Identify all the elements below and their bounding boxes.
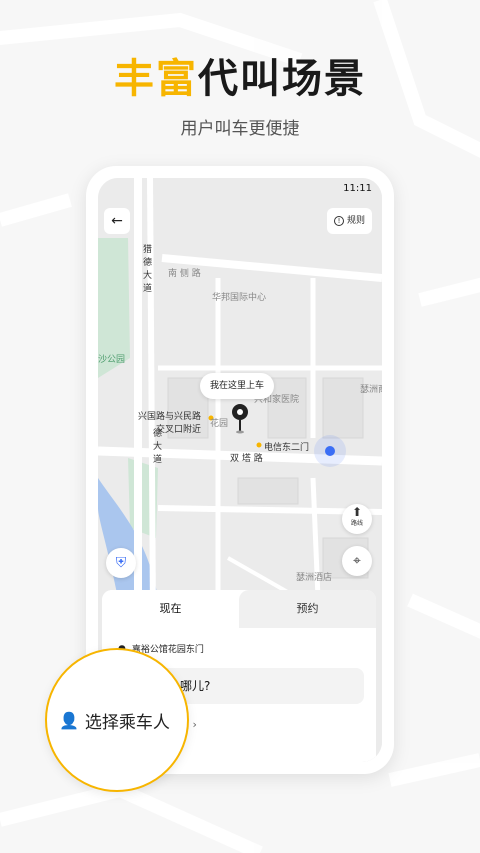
map-label-hotel: 瑟洲酒店: [296, 573, 333, 583]
rules-label: 规则: [346, 216, 365, 226]
map-label-xingguo-1: 兴国路与兴民路: [138, 412, 202, 422]
pickup-bubble[interactable]: 我在这里上车: [200, 373, 275, 399]
map-label-telecom: 电信东二门: [264, 443, 310, 453]
tab-reserve[interactable]: 预约: [239, 590, 376, 628]
locate-button[interactable]: ⌖: [342, 546, 372, 576]
magnifier-callout: 👤 选择乘车人: [45, 648, 189, 792]
title-accent: 丰富: [114, 56, 198, 102]
map-label-garden: 花园: [210, 419, 229, 429]
choose-passenger-label: 选择乘车人: [84, 713, 170, 733]
crosshair-icon: ⌖: [353, 553, 361, 569]
map-label-shuangta: 双 塔 路: [230, 454, 263, 464]
rules-button[interactable]: ! 规则: [326, 208, 372, 234]
shield-icon: ⛨: [115, 555, 127, 571]
route-button[interactable]: ⬆ 路线: [342, 504, 372, 534]
title-rest: 代叫场景: [198, 56, 366, 102]
map-label-jinde-avenue: 猎德大道: [141, 244, 151, 296]
arrow-left-icon: ←: [111, 213, 123, 229]
safety-button[interactable]: ⛨: [106, 548, 136, 578]
back-button[interactable]: ←: [104, 208, 130, 234]
status-time: 11:11: [343, 183, 372, 194]
tab-now[interactable]: 现在: [102, 590, 239, 628]
map-label-south-road: 南 侧 路: [168, 269, 201, 279]
page-title: 丰富代叫场景: [0, 46, 480, 104]
page-subtitle: 用户叫车更便捷: [180, 119, 300, 139]
person-icon: 👤: [59, 711, 79, 730]
route-arrow-icon: ⬆: [351, 505, 363, 519]
map-label-huabang: 华邦国际中心: [212, 293, 267, 303]
map-label-commerce: 瑟洲商务: [360, 385, 382, 395]
map-label-park: 沙公园: [98, 355, 126, 365]
route-label: 路线: [350, 520, 363, 527]
info-icon: !: [333, 216, 344, 226]
choose-passenger-button[interactable]: 👤 选择乘车人: [59, 708, 170, 733]
ride-tabs: 现在 预约: [102, 590, 376, 628]
map-label-xingguo-2: 交叉口附近: [156, 425, 202, 435]
